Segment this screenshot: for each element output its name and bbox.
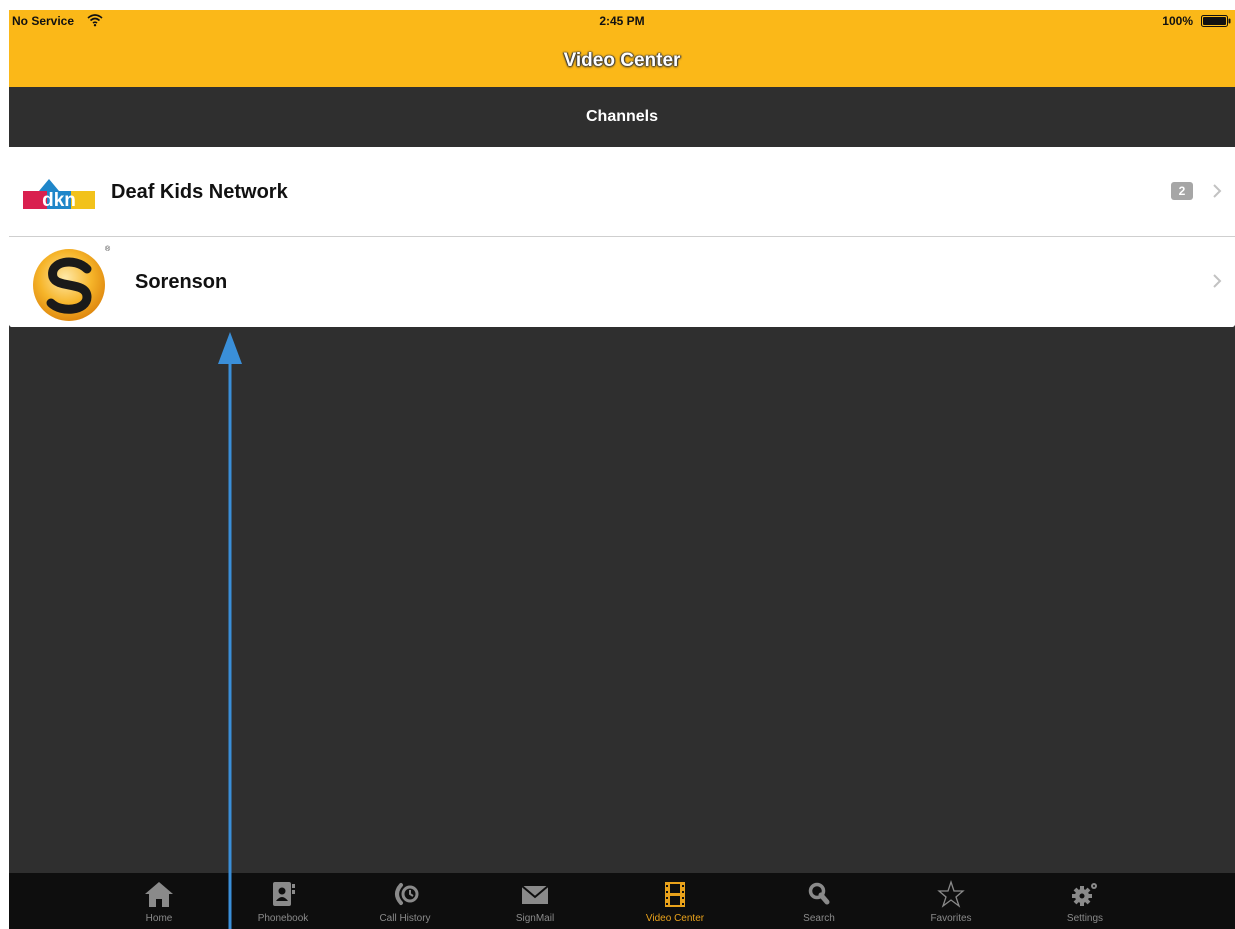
- channel-list: dkn Deaf Kids Network 2 ® Sorenson: [9, 147, 1235, 327]
- tab-label: Search: [803, 913, 835, 924]
- tab-bar: Home Phonebook Call History SignMail Vid…: [9, 873, 1235, 929]
- tab-label: Video Center: [645, 913, 705, 924]
- settings-icon: [1072, 883, 1097, 906]
- tab-label: SignMail: [515, 913, 555, 924]
- unread-count-badge: 2: [1171, 182, 1193, 200]
- call-history-icon: [395, 883, 419, 905]
- channel-name: Deaf Kids Network: [111, 181, 288, 203]
- status-time: 2:45 PM: [599, 14, 645, 28]
- tab-signmail[interactable]: SignMail: [495, 873, 575, 929]
- device-screen: No Service 2:45 PM 100% Video Center Cha…: [9, 10, 1235, 929]
- nav-bar: Video Center: [9, 32, 1235, 87]
- star-icon: [937, 879, 965, 908]
- status-bar: No Service 2:45 PM 100%: [9, 10, 1235, 32]
- svg-text:dkn: dkn: [42, 190, 76, 209]
- phonebook-icon: [273, 882, 295, 906]
- tab-label: Phonebook: [257, 913, 309, 924]
- tab-settings[interactable]: Settings: [1045, 873, 1125, 929]
- dkn-logo: dkn: [23, 179, 95, 209]
- page-title: Video Center: [563, 50, 681, 71]
- channel-name: Sorenson: [135, 271, 228, 293]
- tab-home[interactable]: Home: [119, 873, 199, 929]
- tab-search[interactable]: Search: [779, 873, 859, 929]
- chevron-right-icon: [1213, 274, 1222, 288]
- channel-row-sorenson[interactable]: ® Sorenson: [9, 237, 1235, 327]
- tab-phonebook[interactable]: Phonebook: [243, 873, 323, 929]
- sorenson-logo: ®: [33, 245, 111, 321]
- section-header: Channels: [585, 108, 658, 125]
- signmail-icon: [521, 885, 549, 904]
- tab-label: Favorites: [930, 913, 972, 924]
- video-center-icon: [665, 882, 685, 907]
- tab-label: Settings: [1066, 913, 1104, 924]
- annotation-arrow: [218, 332, 242, 929]
- channel-row-deaf-kids-network[interactable]: dkn Deaf Kids Network 2: [9, 147, 1235, 237]
- home-icon: [145, 882, 173, 907]
- battery-icon: [1201, 15, 1231, 27]
- svg-text:®: ®: [105, 245, 111, 253]
- tab-video-center[interactable]: Video Center: [635, 873, 715, 929]
- chevron-right-icon: [1213, 184, 1222, 198]
- battery-percent: 100%: [1162, 14, 1193, 28]
- tab-favorites[interactable]: Favorites: [911, 873, 991, 929]
- search-icon: [808, 882, 830, 905]
- tab-call-history[interactable]: Call History: [365, 873, 445, 929]
- tab-label: Call History: [379, 913, 431, 924]
- tab-label: Home: [145, 913, 173, 924]
